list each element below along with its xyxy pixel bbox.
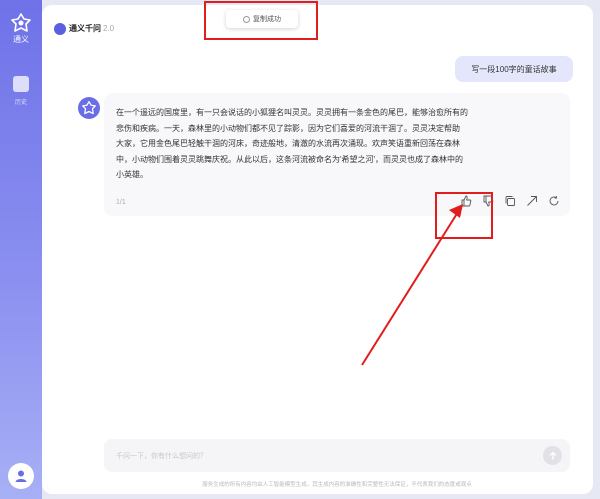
disclaimer-text: 服务生成的所有内容均由人工智能模型生成，其生成内容的准确性和完整性无法保证，不代…	[202, 482, 472, 488]
answer-line: 大家，它用金色尾巴轻触干涸的河床，奇迹般地，清澈的水流再次涌现。欢声笑语重新回荡…	[116, 139, 460, 148]
tongyi-logo-icon[interactable]	[9, 12, 33, 34]
answer-line: 在一个遥远的国度里，有一只会说话的小狐狸名叫灵灵。灵灵拥有一条金色的尾巴，能够治…	[116, 108, 468, 117]
send-icon	[549, 451, 556, 459]
answer-line: 悲伤和疾病。一天，森林里的小动物们都不见了踪影，因为它们喜爱的河流干涸了。灵灵决…	[116, 123, 460, 133]
answer-page-indicator: 1/1	[116, 199, 126, 206]
answer-line: 中，小动物们围着灵灵跳舞庆祝。从此以后，这条河流被命名为'希望之河'，而灵灵也成…	[116, 154, 464, 164]
page-title-text: 通义千问	[69, 24, 101, 33]
assistant-avatar-icon	[78, 97, 100, 119]
chat-input-bar	[104, 439, 570, 472]
copy-icon[interactable]	[504, 194, 516, 206]
toast-text: 复制成功	[253, 16, 281, 23]
user-message: 写一段100字的童话故事	[455, 56, 573, 82]
chat-input[interactable]	[116, 448, 496, 464]
sidebar: 通义 历史	[0, 0, 42, 499]
regenerate-icon[interactable]	[548, 194, 560, 206]
app-window: 通义 历史 通义千问 2.0 写一段100字的童话故事 在一个遥远的国度里，有一只…	[0, 0, 600, 499]
success-icon	[243, 15, 250, 23]
page-title: 通义千问 2.0	[69, 23, 114, 34]
copy-success-toast: 复制成功	[226, 10, 298, 28]
assistant-answer-text: 在一个遥远的国度里，有一只会说话的小狐狸名叫灵灵。灵灵拥有一条金色的尾巴，能够治…	[116, 105, 536, 183]
share-icon[interactable]	[526, 194, 538, 206]
sidebar-item-history-label[interactable]: 历史	[0, 97, 42, 106]
actions-highlight-box	[435, 192, 493, 239]
user-avatar[interactable]	[8, 463, 34, 489]
model-version: 2.0	[103, 24, 115, 33]
send-button[interactable]	[543, 446, 562, 465]
history-icon[interactable]	[13, 76, 29, 92]
user-icon	[15, 470, 27, 482]
model-logo-icon	[54, 23, 66, 35]
assistant-answer-card: 在一个遥远的国度里，有一只会说话的小狐狸名叫灵灵。灵灵拥有一条金色的尾巴，能够治…	[104, 93, 570, 216]
answer-line: 小英雄。	[116, 170, 148, 179]
logo-text: 通义	[13, 35, 29, 44]
chat-panel: 通义千问 2.0 写一段100字的童话故事 在一个遥远的国度里，有一只会说话的小狐…	[42, 5, 593, 494]
